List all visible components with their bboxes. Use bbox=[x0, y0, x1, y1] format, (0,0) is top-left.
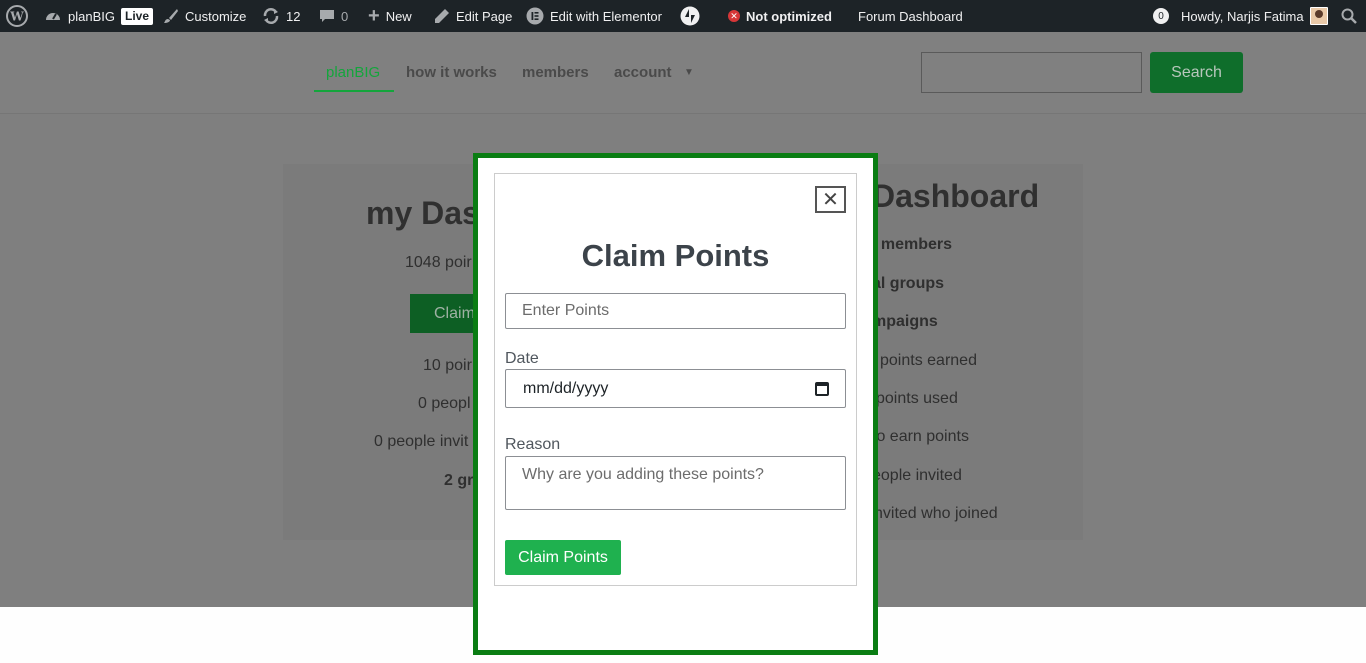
edit-elementor-link[interactable]: Edit with Elementor bbox=[526, 0, 662, 32]
nav-account-link[interactable]: account bbox=[614, 64, 672, 81]
forum-stat-line: to earn points bbox=[872, 428, 969, 445]
forum-stat-line: points used bbox=[876, 390, 958, 407]
claim-points-button[interactable]: Claim Points bbox=[505, 540, 621, 575]
reason-label: Reason bbox=[505, 436, 561, 453]
jetpack-link[interactable] bbox=[680, 0, 700, 32]
forum-stat-line: l points earned bbox=[872, 352, 977, 369]
modal-title: Claim Points bbox=[581, 238, 770, 273]
points-placeholder: Enter Points bbox=[522, 302, 610, 319]
search-icon bbox=[1341, 8, 1357, 24]
admin-search-button[interactable] bbox=[1341, 0, 1357, 32]
edit-page-link[interactable]: Edit Page bbox=[434, 0, 512, 32]
updates-link[interactable]: 12 bbox=[262, 0, 300, 32]
user-account-menu[interactable]: 0 Howdy, Narjis Fatima bbox=[1153, 0, 1328, 32]
my-points-total: 1048 poir bbox=[405, 254, 472, 271]
wp-admin-bar: W planBIG Live Customize 12 0 + New Edit… bbox=[0, 0, 1366, 32]
points-input[interactable]: Enter Points bbox=[505, 293, 846, 329]
forum-dashboard-link[interactable]: Forum Dashboard bbox=[858, 0, 963, 32]
my-stat-line: 0 people invit bbox=[374, 433, 469, 450]
site-search-button[interactable]: Search bbox=[1150, 52, 1243, 93]
nav-home-link[interactable]: planBIG bbox=[326, 64, 380, 81]
pencil-icon bbox=[434, 8, 450, 24]
edit-elementor-label: Edit with Elementor bbox=[550, 8, 662, 24]
comments-link[interactable]: 0 bbox=[319, 0, 348, 32]
forum-stat-line: nvited who joined bbox=[874, 505, 998, 522]
comment-icon bbox=[319, 8, 335, 24]
date-label: Date bbox=[505, 350, 539, 367]
site-name: planBIG bbox=[68, 8, 115, 24]
howdy-label: Howdy, Narjis Fatima bbox=[1181, 8, 1304, 24]
calendar-icon[interactable] bbox=[815, 381, 829, 396]
new-content-menu[interactable]: + New bbox=[368, 0, 412, 32]
close-icon[interactable]: ✕ bbox=[815, 186, 846, 213]
my-stat-line: 0 peopl bbox=[418, 395, 471, 412]
reason-placeholder: Why are you adding these points? bbox=[522, 466, 764, 483]
svg-text:W: W bbox=[9, 10, 24, 24]
plus-icon: + bbox=[368, 4, 380, 27]
dashboard-icon bbox=[44, 7, 62, 25]
forum-stat-line: al groups bbox=[872, 275, 945, 292]
edit-page-label: Edit Page bbox=[456, 8, 513, 24]
new-label: New bbox=[385, 8, 412, 24]
customize-link[interactable]: Customize bbox=[163, 0, 246, 32]
wordpress-logo[interactable]: W bbox=[6, 0, 28, 32]
updates-icon bbox=[262, 7, 280, 25]
updates-count: 12 bbox=[286, 8, 301, 24]
avatar bbox=[1309, 7, 1328, 25]
error-icon: ✕ bbox=[728, 10, 740, 22]
site-name-menu[interactable]: planBIG Live bbox=[44, 0, 153, 32]
customize-label: Customize bbox=[185, 8, 247, 24]
elementor-icon bbox=[526, 7, 544, 25]
forum-stat-line: mpaigns bbox=[872, 313, 938, 330]
not-optimized-label: Not optimized bbox=[746, 8, 832, 24]
notification-count: 0 bbox=[1153, 8, 1169, 24]
nav-active-indicator bbox=[314, 90, 394, 92]
reason-textarea[interactable]: Why are you adding these points? bbox=[505, 456, 846, 510]
nav-how-it-works-link[interactable]: how it works bbox=[406, 64, 497, 81]
forum-stat-line: eople invited bbox=[872, 467, 962, 484]
forum-dashboard-title: Dashboard bbox=[872, 178, 1040, 214]
jetpack-icon bbox=[680, 6, 700, 26]
my-dashboard-title: my Das bbox=[366, 195, 480, 231]
date-value: mm/dd/yyyy bbox=[523, 379, 609, 397]
forum-dashboard-label: Forum Dashboard bbox=[858, 8, 963, 24]
my-stat-line: 10 poir bbox=[423, 357, 472, 374]
site-search-input[interactable] bbox=[921, 52, 1142, 93]
nav-members-link[interactable]: members bbox=[522, 64, 589, 81]
brush-icon bbox=[163, 8, 179, 24]
comments-count: 0 bbox=[341, 8, 349, 24]
wordpress-logo-icon: W bbox=[6, 5, 28, 27]
forum-stat-line: l members bbox=[872, 236, 953, 253]
optimization-status[interactable]: ✕ Not optimized bbox=[728, 0, 832, 32]
date-input[interactable]: mm/dd/yyyy bbox=[505, 369, 846, 408]
chevron-down-icon[interactable]: ▼ bbox=[684, 67, 694, 78]
my-stat-line: 2 gr bbox=[444, 472, 474, 489]
live-badge: Live bbox=[120, 7, 153, 25]
